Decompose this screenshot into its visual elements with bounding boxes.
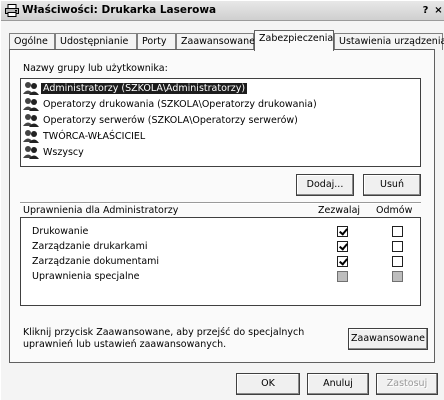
allow-checkbox[interactable] <box>337 256 348 267</box>
group-icon <box>23 114 39 127</box>
users-listbox[interactable]: Administratorzy (SZKOLA\Administratorzy)… <box>20 78 421 167</box>
allow-checkbox[interactable] <box>337 226 348 237</box>
deny-checkbox[interactable] <box>392 241 403 252</box>
deny-checkbox[interactable] <box>392 256 403 267</box>
group-icon <box>23 130 39 143</box>
tab-sharing[interactable]: Udostępnianie <box>55 33 137 50</box>
window-title: Właściwości: Drukarka Laserowa <box>22 4 217 16</box>
tab-advanced[interactable]: Zaawansowane <box>176 33 255 50</box>
deny-column-header: Odmów <box>376 205 413 216</box>
allow-checkbox[interactable] <box>337 241 348 252</box>
list-item[interactable]: TWÓRCA-WŁAŚCICIEL <box>23 129 147 143</box>
permissions-list: Drukowanie Zarządzanie drukarkami Zarząd… <box>20 217 421 306</box>
table-row: Zarządzanie drukarkami <box>21 240 420 255</box>
advanced-hint-line2: uprawnień lub ustawień zaawansowanych. <box>23 339 227 350</box>
tab-general[interactable]: Ogólne <box>9 33 55 50</box>
apply-button[interactable]: Zastosuj <box>376 373 438 395</box>
close-button[interactable]: × <box>432 4 444 17</box>
printer-icon <box>5 4 19 17</box>
users-label: Nazwy grupy lub użytkownika: <box>23 63 168 74</box>
permissions-header: Uprawnienia dla Administratorzy <box>23 205 179 216</box>
group-icon <box>23 146 39 159</box>
ok-button[interactable]: OK <box>236 373 300 395</box>
table-row: Zarządzanie dokumentami <box>21 255 420 270</box>
advanced-hint-line1: Kliknij przycisk Zaawansowane, aby przej… <box>23 327 305 338</box>
add-user-button[interactable]: Dodaj... <box>296 174 354 196</box>
divider <box>20 202 421 204</box>
list-item[interactable]: Operatorzy drukowania (SZKOLA\Operatorzy… <box>23 97 319 111</box>
properties-dialog: Właściwości: Drukarka Laserowa ? × Ogóln… <box>0 0 444 400</box>
advanced-button[interactable]: Zaawansowane <box>348 328 428 350</box>
list-item[interactable]: Administratorzy (SZKOLA\Administratorzy) <box>23 81 248 95</box>
help-button[interactable]: ? <box>419 4 432 17</box>
table-row: Drukowanie <box>21 225 420 240</box>
allow-column-header: Zezwalaj <box>318 205 361 216</box>
deny-checkbox[interactable] <box>392 226 403 237</box>
cancel-button[interactable]: Anuluj <box>307 373 369 395</box>
group-icon <box>23 82 39 95</box>
remove-user-button[interactable]: Usuń <box>363 174 421 196</box>
tab-security[interactable]: Zabezpieczenia <box>254 30 334 51</box>
tab-ports[interactable]: Porty <box>137 33 176 50</box>
list-item[interactable]: Wszyscy <box>23 145 86 159</box>
deny-checkbox <box>392 271 403 282</box>
title-bar[interactable]: Właściwości: Drukarka Laserowa ? × <box>1 1 444 21</box>
allow-checkbox <box>337 271 348 282</box>
table-row: Uprawnienia specjalne <box>21 270 420 285</box>
tab-device-settings[interactable]: Ustawienia urządzenia <box>334 33 444 50</box>
list-item[interactable]: Operatorzy serwerów (SZKOLA\Operatorzy s… <box>23 113 300 127</box>
group-icon <box>23 98 39 111</box>
